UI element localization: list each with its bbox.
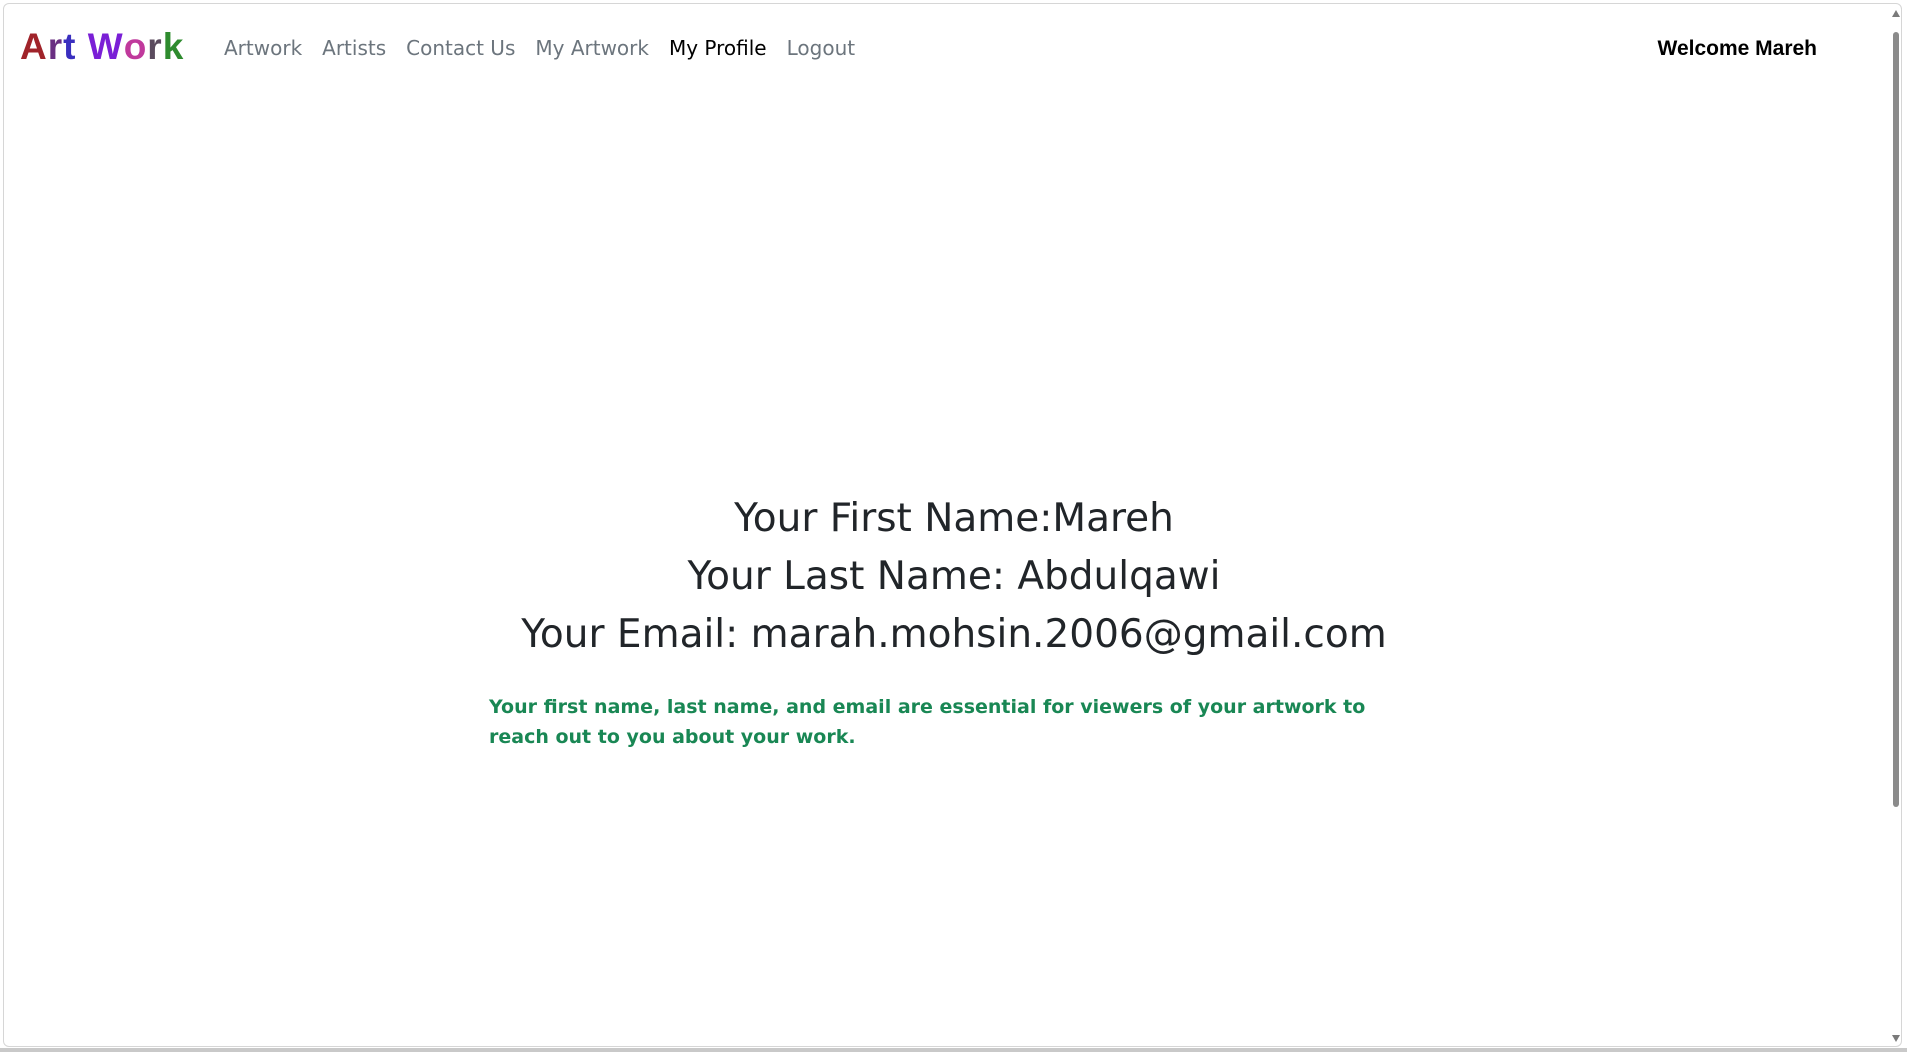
navbar: Art Work Artwork Artists Contact Us My A… — [4, 4, 1901, 92]
brand-letter: t — [63, 26, 77, 67]
brand-letter: A — [20, 26, 48, 67]
welcome-message: Welcome Mareh — [1657, 37, 1818, 60]
browser-viewport: Art Work Artwork Artists Contact Us My A… — [3, 3, 1902, 1047]
brand-letter: r — [147, 26, 163, 67]
brand-logo[interactable]: Art Work — [20, 24, 184, 70]
brand-letter: k — [162, 26, 185, 67]
profile-details: Your First Name:Mareh Your Last Name: Ab… — [4, 490, 1901, 664]
nav-links: Artwork Artists Contact Us My Artwork My… — [214, 34, 865, 62]
email-line: Your Email: marah.mohsin.2006@gmail.com — [521, 612, 1387, 657]
nav-link-my-artwork[interactable]: My Artwork — [525, 34, 659, 62]
bottom-edge — [0, 1048, 1907, 1052]
brand-letter: o — [123, 26, 148, 67]
brand-letter: W — [87, 26, 124, 67]
vertical-scrollbar[interactable] — [1891, 4, 1901, 1046]
nav-link-logout[interactable]: Logout — [777, 34, 865, 62]
profile-note: Your first name, last name, and email ar… — [489, 696, 1366, 748]
nav-link-artists[interactable]: Artists — [312, 34, 396, 62]
scrollbar-thumb[interactable] — [1893, 32, 1899, 807]
nav-link-my-profile[interactable]: My Profile — [659, 34, 777, 62]
nav-link-artwork[interactable]: Artwork — [214, 34, 312, 62]
brand-letter — [76, 24, 87, 70]
nav-link-contact-us[interactable]: Contact Us — [396, 34, 525, 62]
scroll-down-arrow-icon[interactable] — [1892, 1035, 1900, 1042]
scroll-up-arrow-icon[interactable] — [1892, 10, 1900, 17]
last-name-line: Your Last Name: Abdulqawi — [687, 554, 1221, 599]
brand-letter: r — [47, 26, 64, 67]
first-name-line: Your First Name:Mareh — [734, 496, 1174, 541]
